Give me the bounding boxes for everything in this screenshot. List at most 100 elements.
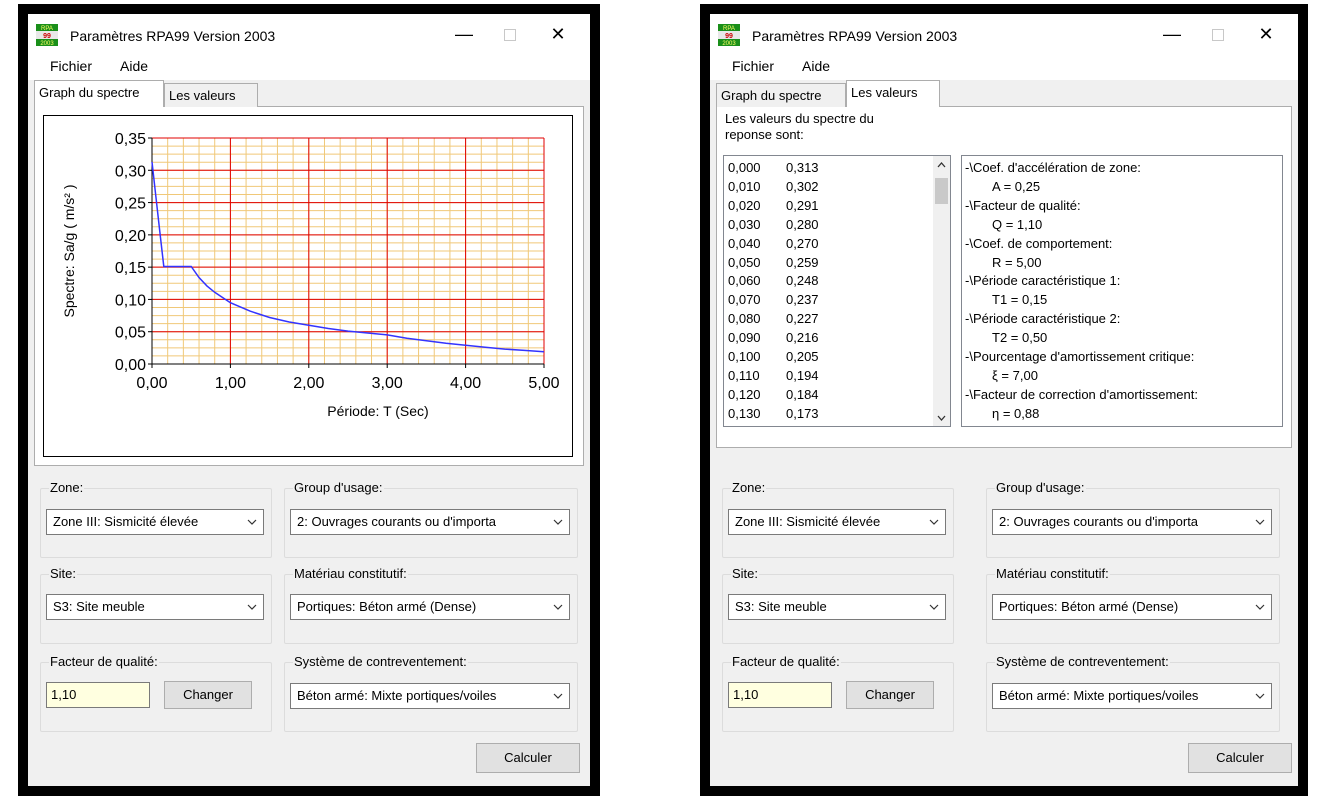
maximize-icon bbox=[1212, 29, 1224, 42]
group-usage-select[interactable]: 2: Ouvrages courants ou d'importa bbox=[290, 509, 570, 535]
tab-les-valeurs[interactable]: Les valeurs bbox=[846, 80, 940, 107]
close-button[interactable]: ✕ bbox=[1248, 20, 1284, 48]
spectrum-value: 0,227 bbox=[786, 311, 819, 327]
period-value: 0,130 bbox=[728, 405, 761, 421]
menu-fichier[interactable]: Fichier bbox=[50, 58, 92, 74]
site-value: S3: Site meuble bbox=[53, 599, 145, 614]
parameter-label: -\Pourcentage d'amortissement critique: bbox=[965, 349, 1195, 364]
period-value: 0,000 bbox=[728, 160, 761, 175]
y-tick-label: 0,30 bbox=[115, 163, 146, 180]
list-item[interactable]: 0,040 0,270 bbox=[728, 236, 819, 251]
spectrum-value: 0,302 bbox=[786, 178, 819, 194]
period-value: 0,080 bbox=[728, 311, 761, 327]
menu-aide[interactable]: Aide bbox=[120, 58, 148, 74]
parameter-label: -\Coef. de comportement: bbox=[965, 235, 1113, 251]
spectrum-parameters-box: -\Coef. d'accélération de zone: A = 0,25 -… bbox=[961, 155, 1283, 427]
rpa-app-icon: RPA 99 2003 bbox=[718, 24, 740, 46]
materiau-select[interactable]: Portiques: Béton armé (Dense) bbox=[290, 594, 570, 620]
chevron-down-icon bbox=[553, 693, 563, 699]
qualite-field[interactable]: 1,10 bbox=[728, 682, 832, 708]
spectrum-value: 0,216 bbox=[786, 330, 819, 346]
spectrum-value: 0,291 bbox=[786, 197, 819, 213]
site-select[interactable]: S3: Site meuble bbox=[46, 594, 264, 620]
parameter-value: T2 = 0,50 bbox=[992, 330, 1048, 346]
period-value: 0,100 bbox=[728, 349, 761, 364]
qualite-field[interactable]: 1,10 bbox=[46, 682, 150, 708]
minimize-button[interactable]: — bbox=[446, 20, 482, 48]
x-tick-label: 0,00 bbox=[136, 375, 167, 392]
y-tick-label: 0,35 bbox=[115, 131, 146, 148]
systeme-select[interactable]: Béton armé: Mixte portiques/voiles bbox=[290, 683, 570, 709]
tab-les-valeurs[interactable]: Les valeurs bbox=[164, 83, 258, 107]
group-usage-select[interactable]: 2: Ouvrages courants ou d'importa bbox=[992, 509, 1272, 535]
list-item[interactable]: 0,070 0,237 bbox=[728, 292, 819, 307]
list-item[interactable]: 0,120 0,184 bbox=[728, 387, 819, 402]
parameter-value: Q = 1,10 bbox=[992, 216, 1043, 232]
list-item[interactable]: 0,060 0,248 bbox=[728, 273, 819, 289]
zone-value: Zone III: Sismicité élevée bbox=[53, 514, 199, 529]
calculer-button[interactable]: Calculer bbox=[1188, 743, 1292, 773]
app-window: RPA 99 2003 Paramètres RPA99 Version 200… bbox=[710, 14, 1298, 786]
site-label: Site: bbox=[731, 566, 760, 581]
menu-bar: Fichier Aide bbox=[710, 54, 1298, 80]
systeme-select[interactable]: Béton armé: Mixte portiques/voiles bbox=[992, 683, 1272, 709]
qualite-label: Facteur de qualité: bbox=[731, 654, 841, 669]
maximize-icon bbox=[504, 29, 516, 42]
x-tick-label: 1,00 bbox=[215, 375, 246, 392]
chevron-down-icon bbox=[929, 519, 939, 525]
list-scrollbar[interactable] bbox=[933, 156, 950, 426]
y-tick-label: 0,10 bbox=[115, 292, 146, 309]
chevron-down-icon bbox=[1255, 519, 1265, 525]
list-item[interactable]: 0,110 0,194 bbox=[728, 367, 819, 383]
menu-fichier[interactable]: Fichier bbox=[732, 58, 774, 74]
parameter-label: -\Période caractéristique 1: bbox=[965, 273, 1121, 289]
rpa-app-icon: RPA 99 2003 bbox=[36, 24, 58, 46]
tab-graph-du-spectre[interactable]: Graph du spectre bbox=[34, 80, 164, 107]
list-item[interactable]: 0,090 0,216 bbox=[728, 330, 819, 345]
spectrum-value: 0,194 bbox=[786, 367, 819, 383]
materiau-label: Matériau constitutif: bbox=[293, 566, 408, 581]
parameter-value: A = 0,25 bbox=[992, 178, 1041, 194]
period-value: 0,110 bbox=[728, 367, 760, 383]
list-item[interactable]: 0,050 0,259 bbox=[728, 255, 819, 270]
y-tick-label: 0,05 bbox=[115, 325, 146, 342]
systeme-label: Système de contreventement: bbox=[293, 654, 468, 669]
tab-graph-du-spectre[interactable]: Graph du spectre bbox=[716, 83, 846, 107]
chevron-down-icon bbox=[1255, 604, 1265, 610]
icon-text-year: 2003 bbox=[722, 41, 736, 46]
chevron-down-icon bbox=[247, 604, 257, 610]
maximize-button[interactable] bbox=[492, 20, 528, 48]
spectrum-values-list[interactable]: 0,000 0,313 0,010 0,302 0,020 0,291 0,030 0,280… bbox=[723, 155, 951, 427]
list-item[interactable]: 0,030 0,280 bbox=[728, 217, 819, 232]
materiau-value: Portiques: Béton armé (Dense) bbox=[297, 599, 477, 614]
zone-select[interactable]: Zone III: Sismicité élevée bbox=[728, 509, 946, 535]
list-item[interactable]: 0,080 0,227 bbox=[728, 311, 819, 327]
site-value: S3: Site meuble bbox=[735, 599, 827, 614]
scrollbar-graphic bbox=[935, 162, 948, 421]
zone-label: Zone: bbox=[49, 480, 85, 495]
parameter-label: -\Période caractéristique 2: bbox=[965, 311, 1121, 327]
changer-button[interactable]: Changer bbox=[164, 681, 252, 709]
x-tick-label: 4,00 bbox=[450, 375, 481, 392]
maximize-button[interactable] bbox=[1200, 20, 1236, 48]
period-value: 0,060 bbox=[728, 273, 761, 289]
changer-button[interactable]: Changer bbox=[846, 681, 934, 709]
close-button[interactable]: ✕ bbox=[540, 20, 576, 48]
spectrum-chart-svg: 0,00 0,05 0,10 0,15 0,20 0,25 0,30 0,35 0,00 1,00… bbox=[61, 131, 560, 419]
materiau-select[interactable]: Portiques: Béton armé (Dense) bbox=[992, 594, 1272, 620]
list-item[interactable]: 0,130 0,173 bbox=[728, 405, 819, 421]
list-item[interactable]: 0,020 0,291 bbox=[728, 198, 819, 213]
parameter-label: -\Facteur de correction d'amortissement: bbox=[965, 386, 1198, 402]
list-item[interactable]: 0,100 0,205 bbox=[728, 349, 819, 364]
app-window: RPA 99 2003 Paramètres RPA99 Version 200… bbox=[28, 14, 590, 786]
list-item[interactable]: 0,010 0,302 bbox=[728, 178, 819, 194]
minimize-button[interactable]: — bbox=[1154, 20, 1190, 48]
zone-select[interactable]: Zone III: Sismicité élevée bbox=[46, 509, 264, 535]
menu-aide[interactable]: Aide bbox=[802, 58, 830, 74]
calculer-button[interactable]: Calculer bbox=[476, 743, 580, 773]
period-value: 0,010 bbox=[728, 178, 761, 194]
site-select[interactable]: S3: Site meuble bbox=[728, 594, 946, 620]
y-axis-label: Spectre: Sa/g ( m/s² ) bbox=[61, 184, 77, 317]
list-item[interactable]: 0,000 0,313 bbox=[728, 160, 819, 175]
window-graph-frame: RPA 99 2003 Paramètres RPA99 Version 200… bbox=[18, 4, 600, 796]
